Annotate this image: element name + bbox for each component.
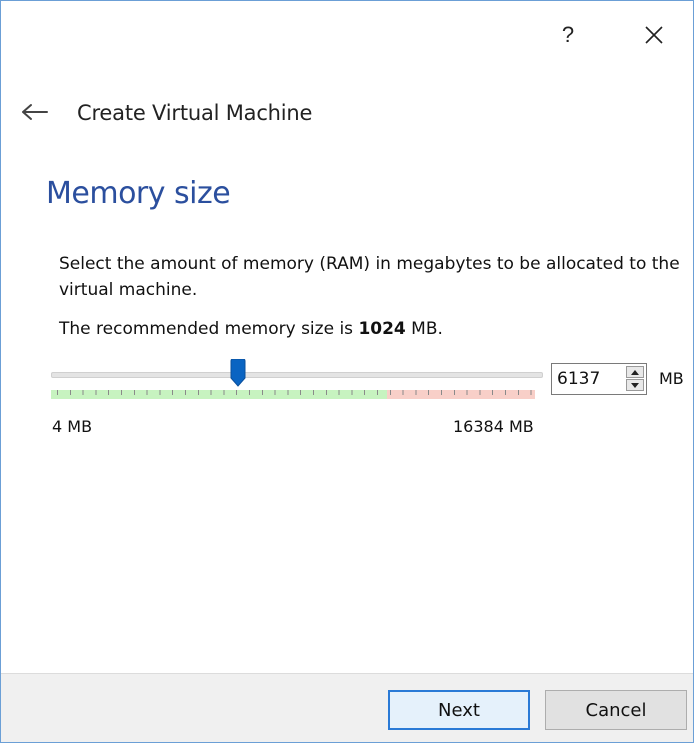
- back-arrow-icon: [22, 104, 48, 120]
- memory-slider[interactable]: [51, 357, 543, 401]
- spin-buttons: [626, 366, 644, 392]
- memory-max-label: 16384 MB: [453, 417, 534, 436]
- recommended-value: 1024: [358, 319, 406, 339]
- recommend-prefix: The recommended memory size is: [59, 319, 354, 339]
- slider-track: [51, 372, 543, 378]
- memory-unit-label: MB: [659, 369, 684, 388]
- recommended-memory-text: The recommended memory size is 1024 MB.: [59, 319, 443, 339]
- close-icon: [645, 26, 663, 44]
- slider-ruler: [51, 390, 535, 399]
- memory-spinbox[interactable]: [551, 363, 647, 395]
- wizard-title: Create Virtual Machine: [77, 101, 313, 125]
- memory-min-label: 4 MB: [52, 417, 93, 436]
- spin-up-button[interactable]: [626, 366, 644, 378]
- help-button[interactable]: ?: [548, 15, 588, 55]
- create-vm-dialog: ? Create Virtual Machine Memory size Sel…: [0, 0, 694, 743]
- spin-down-icon: [631, 382, 639, 388]
- spin-down-button[interactable]: [626, 379, 644, 391]
- description-text: Select the amount of memory (RAM) in meg…: [59, 254, 680, 300]
- recommend-unit: MB.: [411, 319, 443, 339]
- cancel-button[interactable]: Cancel: [545, 690, 687, 730]
- next-button[interactable]: Next: [388, 690, 530, 730]
- slider-thumb-icon: [230, 358, 246, 387]
- spin-up-icon: [631, 369, 639, 375]
- close-button[interactable]: [634, 15, 674, 55]
- dialog-footer: Next Cancel: [1, 673, 693, 742]
- ruler-ticks: [51, 390, 535, 399]
- slider-thumb[interactable]: [230, 358, 246, 387]
- back-button[interactable]: [21, 101, 51, 123]
- page-heading: Memory size: [46, 176, 231, 211]
- memory-input[interactable]: [552, 364, 627, 394]
